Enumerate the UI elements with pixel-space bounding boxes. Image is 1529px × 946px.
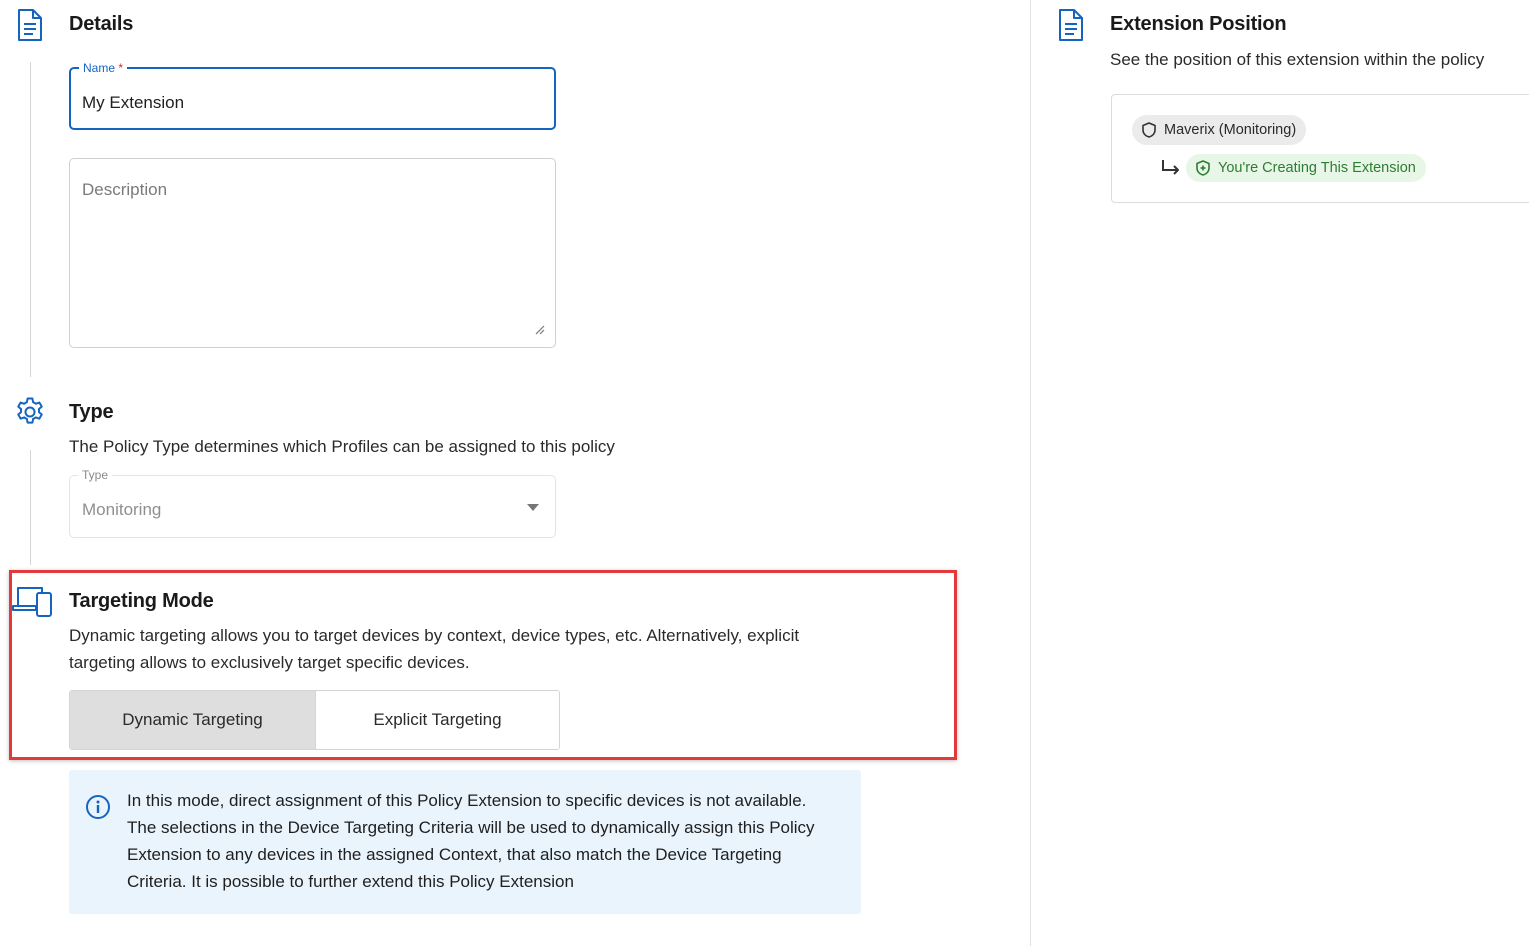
devices-icon [12,584,54,618]
info-line-3: Extension to any devices in the assigned… [127,845,782,864]
name-field[interactable]: Name * My Extension [69,60,556,130]
shield-plus-icon [1196,160,1210,176]
required-asterisk: * [118,61,124,75]
info-line-1: In this mode, direct assignment of this … [127,791,807,810]
info-alert: In this mode, direct assignment of this … [69,770,861,914]
extension-position-title: Extension Position [1110,13,1287,35]
description-field[interactable]: Description [69,158,556,348]
parent-policy-label: Maverix (Monitoring) [1164,122,1297,138]
targeting-description-line1: Dynamic targeting allows you to target d… [69,626,800,645]
subdirectory-arrow-icon [1162,160,1179,175]
column-divider [1030,0,1031,946]
gear-icon [13,395,47,429]
info-icon [86,795,110,819]
explicit-targeting-button[interactable]: Explicit Targeting [315,691,559,749]
type-connector-line [30,450,31,565]
dynamic-targeting-button[interactable]: Dynamic Targeting [70,691,315,749]
parent-policy-chip[interactable]: Maverix (Monitoring) [1132,115,1307,145]
type-title: Type [69,401,114,423]
description-placeholder: Description [82,180,168,199]
details-connector-line [30,62,31,377]
info-line-4: Criteria. It is possible to further exte… [127,872,574,891]
current-extension-chip: You're Creating This Extension [1186,154,1426,182]
targeting-mode-toggle[interactable]: Dynamic Targeting Explicit Targeting [69,690,560,750]
position-card: Maverix (Monitoring) You're Creating Thi… [1111,94,1529,203]
document-icon [1057,8,1085,42]
targeting-title: Targeting Mode [69,590,214,612]
type-select-label: Type [78,467,113,483]
caret-down-icon [527,504,539,511]
shield-icon [1142,122,1156,138]
type-description: The Policy Type determines which Profile… [69,437,615,456]
current-extension-label: You're Creating This Extension [1218,160,1416,176]
type-select[interactable]: Type Monitoring [69,467,556,538]
details-title: Details [69,13,134,35]
targeting-description-line2: targeting allows to exclusively target s… [69,653,470,672]
type-select-value: Monitoring [82,500,162,519]
name-field-label: Name * [79,60,128,76]
extension-position-subtitle: See the position of this extension withi… [1110,50,1485,69]
info-line-2: The selections in the Device Targeting C… [127,818,815,837]
name-input[interactable]: My Extension [82,93,184,113]
document-icon [16,8,44,42]
resize-handle-icon[interactable] [535,325,545,335]
